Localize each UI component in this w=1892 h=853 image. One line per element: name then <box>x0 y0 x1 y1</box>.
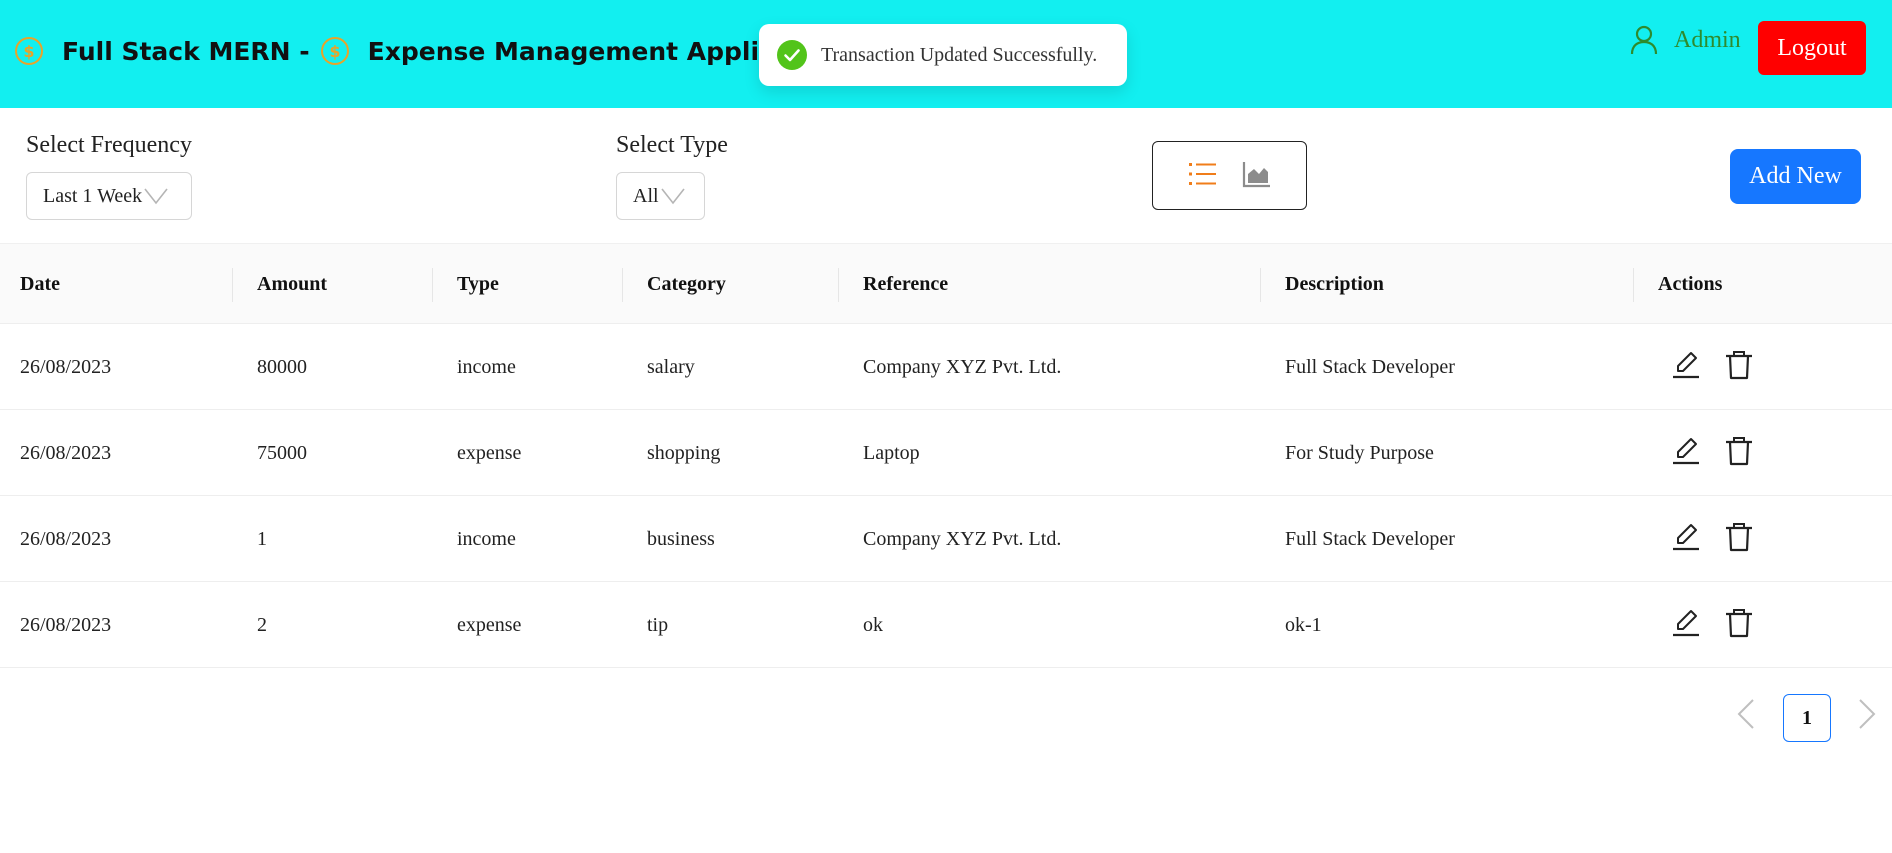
cell-type: expense <box>457 614 522 636</box>
cell-amount: 80000 <box>257 356 307 378</box>
view-toggle <box>1152 141 1307 210</box>
cell-date: 26/08/2023 <box>20 614 112 636</box>
user-icon <box>1630 25 1658 55</box>
delete-icon[interactable] <box>1723 349 1755 381</box>
cell-amount: 2 <box>257 614 267 636</box>
chevron-down-icon <box>144 188 168 205</box>
cell-amount: 1 <box>257 528 267 550</box>
cell-date: 26/08/2023 <box>20 442 112 464</box>
transactions-table: Date Amount Type Category Reference Desc… <box>0 243 1892 668</box>
area-chart-icon[interactable] <box>1241 158 1273 190</box>
cell-description: ok-1 <box>1285 614 1322 636</box>
cell-description: Full Stack Developer <box>1285 356 1455 378</box>
type-select-value: All <box>633 184 659 207</box>
cell-date: 26/08/2023 <box>20 356 112 378</box>
cell-type: income <box>457 356 516 378</box>
cell-type: expense <box>457 442 522 464</box>
cell-description: For Study Purpose <box>1285 442 1434 464</box>
cell-reference: ok <box>863 614 883 636</box>
edit-icon[interactable] <box>1670 521 1702 553</box>
cell-category: shopping <box>647 442 721 464</box>
delete-icon[interactable] <box>1723 607 1755 639</box>
table-row: 26/08/2023 75000 expense shopping Laptop… <box>0 410 1892 496</box>
cell-reference: Laptop <box>863 442 920 464</box>
cell-description: Full Stack Developer <box>1285 528 1455 550</box>
chevron-down-icon <box>660 188 685 205</box>
check-circle-icon <box>777 40 807 70</box>
type-label: Select Type <box>616 132 728 158</box>
column-header-amount[interactable]: Amount <box>257 244 327 325</box>
chevron-left-icon[interactable] <box>1734 697 1758 731</box>
svg-text:$: $ <box>23 42 34 61</box>
edit-icon[interactable] <box>1670 435 1702 467</box>
logout-button[interactable]: Logout <box>1758 21 1866 75</box>
column-header-date[interactable]: Date <box>20 244 60 325</box>
svg-text:$: $ <box>329 42 340 61</box>
dollar-coin-icon: $ <box>320 37 349 65</box>
column-header-actions: Actions <box>1658 273 1723 295</box>
frequency-select-value: Last 1 Week <box>43 184 143 207</box>
chevron-right-icon[interactable] <box>1855 697 1879 731</box>
edit-icon[interactable] <box>1670 607 1702 639</box>
column-header-type[interactable]: Type <box>457 244 499 325</box>
column-header-description[interactable]: Description <box>1285 244 1384 325</box>
delete-icon[interactable] <box>1723 521 1755 553</box>
table-row: 26/08/2023 80000 income salary Company X… <box>0 324 1892 410</box>
app-brand: $ Full Stack MERN - $ Expense Management… <box>14 36 846 66</box>
app-title-part1: Full Stack MERN - <box>62 36 310 66</box>
cell-category: salary <box>647 356 695 378</box>
cell-reference: Company XYZ Pvt. Ltd. <box>863 528 1062 550</box>
user-menu[interactable]: Admin <box>1628 24 1741 56</box>
success-toast: Transaction Updated Successfully. <box>759 24 1127 86</box>
dollar-coin-icon: $ <box>15 37 43 65</box>
pagination-page-1[interactable]: 1 <box>1783 694 1831 742</box>
cell-category: business <box>647 528 715 550</box>
table-header: Date Amount Type Category Reference Desc… <box>0 243 1892 324</box>
cell-type: income <box>457 528 516 550</box>
edit-icon[interactable] <box>1670 349 1702 381</box>
delete-icon[interactable] <box>1723 435 1755 467</box>
column-header-category[interactable]: Category <box>647 244 726 325</box>
list-icon[interactable] <box>1187 158 1219 190</box>
cell-reference: Company XYZ Pvt. Ltd. <box>863 356 1062 378</box>
cell-category: tip <box>647 614 669 636</box>
toast-message: Transaction Updated Successfully. <box>821 43 1098 66</box>
cell-date: 26/08/2023 <box>20 528 112 550</box>
type-select[interactable]: All <box>616 172 705 220</box>
add-new-button[interactable]: Add New <box>1730 149 1861 204</box>
column-header-reference[interactable]: Reference <box>863 244 948 325</box>
table-row: 26/08/2023 1 income business Company XYZ… <box>0 496 1892 582</box>
cell-amount: 75000 <box>257 442 307 464</box>
frequency-label: Select Frequency <box>26 132 192 158</box>
table-row: 26/08/2023 2 expense tip ok ok-1 <box>0 582 1892 668</box>
frequency-select[interactable]: Last 1 Week <box>26 172 192 220</box>
user-name: Admin <box>1674 26 1741 53</box>
